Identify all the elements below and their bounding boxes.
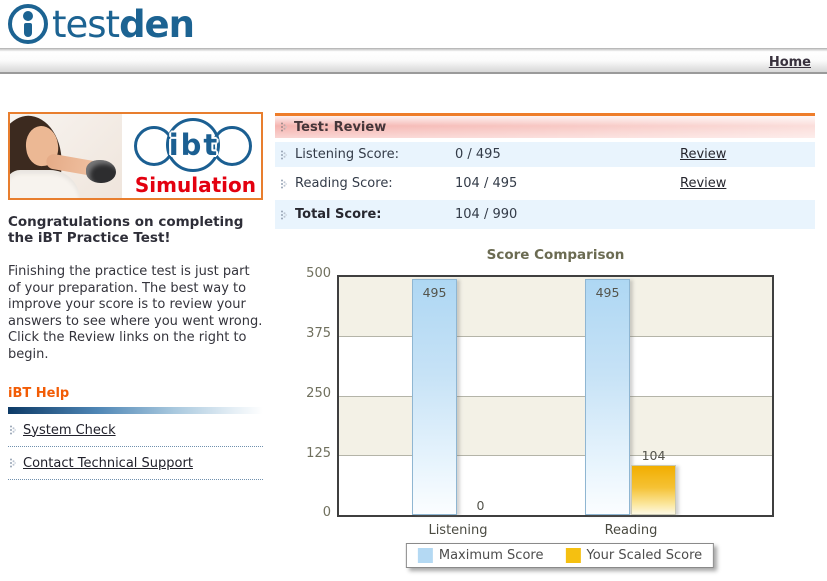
bar-value-listening-max: 495 bbox=[412, 285, 457, 300]
reading-score-value: 104 / 495 bbox=[455, 176, 680, 191]
dotted-arrow-icon bbox=[281, 210, 287, 220]
bar-listening-max bbox=[412, 279, 457, 515]
dotted-arrow-icon bbox=[281, 150, 287, 160]
sidebar-item-system-check: System Check bbox=[8, 414, 263, 446]
max-score-swatch-icon bbox=[418, 548, 433, 563]
bar-value-listening-scaled: 0 bbox=[458, 498, 503, 513]
page: testden Home ibt Simulation Congratulati… bbox=[0, 0, 827, 581]
y-tick-250: 250 bbox=[289, 386, 331, 401]
legend-label-scaled: Your Scaled Score bbox=[586, 548, 702, 563]
x-label-reading: Reading bbox=[585, 523, 677, 538]
chart-legend: Maximum Score Your Scaled Score bbox=[406, 543, 714, 568]
bar-value-reading-max: 495 bbox=[585, 285, 630, 300]
y-tick-375: 375 bbox=[289, 326, 331, 341]
ibt-simulation-banner: ibt Simulation bbox=[8, 112, 263, 200]
y-tick-500: 500 bbox=[289, 266, 331, 281]
total-score-label: Total Score: bbox=[295, 207, 455, 222]
testden-logo[interactable]: testden bbox=[8, 4, 194, 44]
listening-score-value: 0 / 495 bbox=[455, 147, 680, 162]
dotted-separator bbox=[8, 479, 263, 480]
y-tick-0: 0 bbox=[289, 505, 331, 520]
scaled-score-swatch-icon bbox=[565, 548, 580, 563]
sidebar-item-contact-support: Contact Technical Support bbox=[8, 447, 263, 479]
bar-reading-scaled bbox=[631, 465, 676, 515]
dotted-arrow-icon bbox=[10, 458, 16, 468]
contact-support-link[interactable]: Contact Technical Support bbox=[23, 456, 193, 471]
plot-bands bbox=[339, 277, 772, 515]
legend-label-max: Maximum Score bbox=[439, 548, 544, 563]
brand-wordmark: testden bbox=[52, 6, 194, 43]
chart-plot: 495 0 495 104 bbox=[337, 275, 774, 517]
y-tick-125: 125 bbox=[289, 446, 331, 461]
test-review-header: Test: Review bbox=[275, 113, 815, 138]
testden-i-icon bbox=[8, 4, 48, 44]
mouse-icon bbox=[86, 160, 116, 183]
simulation-label: Simulation bbox=[135, 173, 256, 197]
top-navbar: Home bbox=[0, 48, 827, 74]
listening-score-label: Listening Score: bbox=[295, 147, 455, 162]
reading-score-label: Reading Score: bbox=[295, 176, 455, 191]
system-check-link[interactable]: System Check bbox=[23, 423, 116, 438]
ibt-help-heading: iBT Help bbox=[8, 386, 263, 401]
test-review-title: Test: Review bbox=[294, 120, 386, 135]
dotted-arrow-icon bbox=[281, 179, 287, 189]
congrats-heading: Congratulations on completing the iBT Pr… bbox=[8, 214, 263, 247]
listening-score-row: Listening Score: 0 / 495 Review bbox=[275, 142, 815, 167]
reading-review-link[interactable]: Review bbox=[680, 176, 726, 191]
bar-value-reading-scaled: 104 bbox=[631, 448, 676, 463]
legend-item-max-score: Maximum Score bbox=[418, 548, 544, 563]
help-divider-bar bbox=[8, 407, 263, 414]
intro-paragraph: Finishing the practice test is just part… bbox=[8, 264, 263, 364]
dotted-arrow-icon bbox=[281, 122, 287, 132]
promo-photo bbox=[10, 114, 122, 198]
chart-title: Score Comparison bbox=[337, 247, 774, 263]
legend-item-scaled-score: Your Scaled Score bbox=[565, 548, 702, 563]
ibt-logo-text: ibt bbox=[128, 128, 260, 162]
dotted-arrow-icon bbox=[10, 425, 16, 435]
ibt-logo: ibt bbox=[128, 116, 260, 174]
bar-reading-max bbox=[585, 279, 630, 515]
reading-score-row: Reading Score: 104 / 495 Review bbox=[275, 171, 815, 196]
main-content: Test: Review Listening Score: 0 / 495 Re… bbox=[275, 113, 815, 573]
home-link[interactable]: Home bbox=[769, 55, 811, 70]
total-score-value: 104 / 990 bbox=[455, 207, 680, 222]
total-score-row: Total Score: 104 / 990 bbox=[275, 200, 815, 229]
sidebar: ibt Simulation Congratulations on comple… bbox=[8, 112, 263, 480]
listening-review-link[interactable]: Review bbox=[680, 147, 726, 162]
x-label-listening: Listening bbox=[412, 523, 504, 538]
